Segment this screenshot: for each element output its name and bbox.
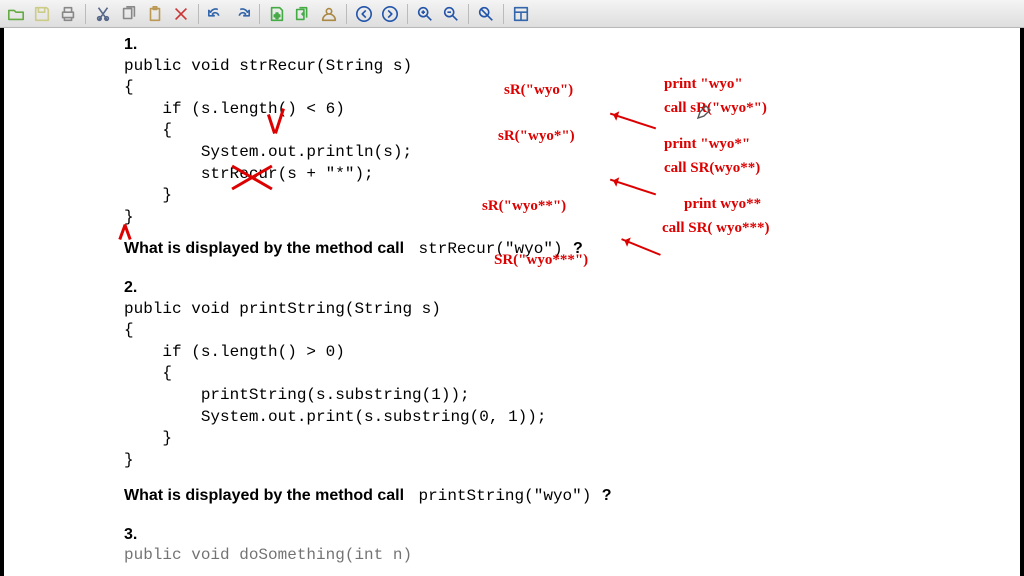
add-pages-button[interactable]: [291, 3, 315, 25]
code-line: }: [124, 450, 1020, 472]
question-1: What is displayed by the method call str…: [124, 238, 1020, 261]
code-line: if (s.length() > 0): [124, 342, 1020, 364]
add-page-button[interactable]: [265, 3, 289, 25]
zoom-in-button[interactable]: [413, 3, 437, 25]
problem-number-1: 1.: [124, 34, 1020, 56]
code-line: {: [124, 120, 1020, 142]
app-window: 1. public void strRecur(String s) { if (…: [0, 0, 1024, 576]
layout-icon: [512, 5, 530, 23]
paste-icon: [146, 5, 164, 23]
code-line: strRecur(s + "*");: [124, 164, 1020, 186]
users-icon: [320, 5, 338, 23]
code-line: public void printString(String s): [124, 299, 1020, 321]
save-button[interactable]: [30, 3, 54, 25]
undo-icon: [207, 5, 225, 23]
back-icon: [355, 5, 373, 23]
toolbar-separator: [198, 4, 199, 24]
question-2: What is displayed by the method call pri…: [124, 485, 1020, 508]
zoom-fit-icon: [477, 5, 495, 23]
add-pages-icon: [294, 5, 312, 23]
zoom-fit-button[interactable]: [474, 3, 498, 25]
question-end: ?: [573, 240, 583, 257]
question-arg: printString("wyo"): [419, 487, 592, 505]
open-button[interactable]: [4, 3, 28, 25]
code-line: public void doSomething(int n): [124, 545, 1020, 567]
document-area: 1. public void strRecur(String s) { if (…: [0, 28, 1024, 576]
redo-icon: [233, 5, 251, 23]
code-line: }: [124, 428, 1020, 450]
code-line: if (s.length() < 6): [124, 99, 1020, 121]
question-label: What is displayed by the method call: [124, 240, 404, 257]
code-line: System.out.print(s.substring(0, 1));: [124, 407, 1020, 429]
redo-button[interactable]: [230, 3, 254, 25]
code-line: }: [124, 185, 1020, 207]
question-arg: strRecur("wyo"): [419, 240, 563, 258]
layout-button[interactable]: [509, 3, 533, 25]
copy-button[interactable]: [117, 3, 141, 25]
open-icon: [7, 5, 25, 23]
add-page-icon: [268, 5, 286, 23]
back-button[interactable]: [352, 3, 376, 25]
zoom-out-icon: [442, 5, 460, 23]
toolbar: [0, 0, 1024, 28]
save-icon: [33, 5, 51, 23]
toolbar-separator: [259, 4, 260, 24]
forward-button[interactable]: [378, 3, 402, 25]
zoom-in-icon: [416, 5, 434, 23]
question-label: What is displayed by the method call: [124, 487, 404, 504]
code-line: {: [124, 363, 1020, 385]
undo-button[interactable]: [204, 3, 228, 25]
zoom-out-button[interactable]: [439, 3, 463, 25]
code-line: System.out.println(s);: [124, 142, 1020, 164]
print-button[interactable]: [56, 3, 80, 25]
users-button[interactable]: [317, 3, 341, 25]
toolbar-separator: [503, 4, 504, 24]
copy-icon: [120, 5, 138, 23]
toolbar-separator: [85, 4, 86, 24]
code-line: {: [124, 77, 1020, 99]
cut-button[interactable]: [91, 3, 115, 25]
toolbar-separator: [468, 4, 469, 24]
delete-button[interactable]: [169, 3, 193, 25]
print-icon: [59, 5, 77, 23]
code-line: }: [124, 207, 1020, 229]
code-line: public void strRecur(String s): [124, 56, 1020, 78]
forward-icon: [381, 5, 399, 23]
toolbar-separator: [407, 4, 408, 24]
toolbar-separator: [346, 4, 347, 24]
paste-button[interactable]: [143, 3, 167, 25]
code-line: {: [124, 320, 1020, 342]
cut-icon: [94, 5, 112, 23]
ink-scribble: [121, 224, 131, 240]
code-line: printString(s.substring(1));: [124, 385, 1020, 407]
page-content: 1. public void strRecur(String s) { if (…: [4, 28, 1020, 567]
problem-number-3: 3.: [124, 524, 1020, 546]
problem-number-2: 2.: [124, 277, 1020, 299]
delete-icon: [172, 5, 190, 23]
question-end: ?: [602, 487, 612, 504]
